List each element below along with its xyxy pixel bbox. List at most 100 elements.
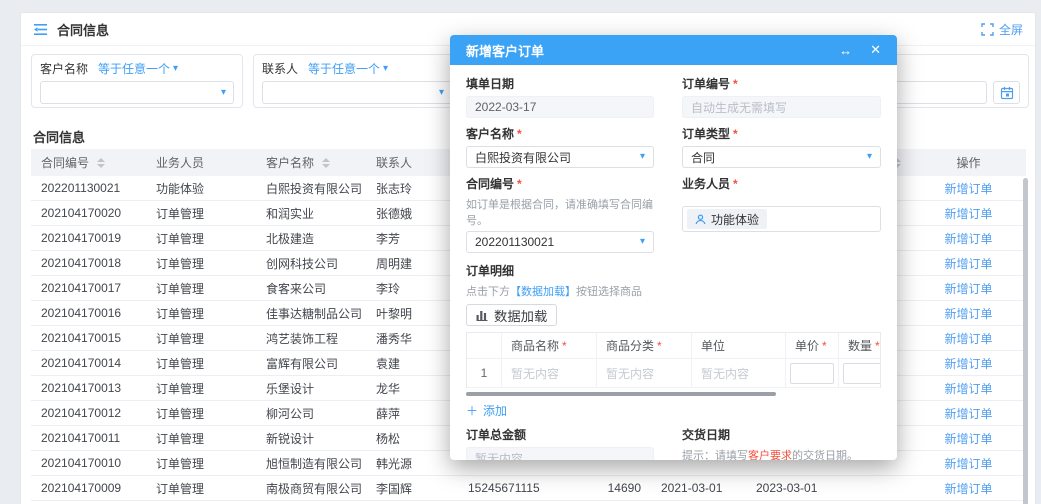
salesperson-label: 业务人员	[682, 175, 730, 192]
calendar-icon[interactable]	[993, 81, 1020, 104]
item-category-cell[interactable]: 暂无内容	[597, 359, 692, 388]
cell-contact: 龙华	[366, 380, 458, 397]
order-type-select[interactable]: 合同▾	[682, 146, 881, 168]
modal-header: 新增客户订单 ↔ ✕	[450, 35, 897, 65]
filter-customer-input[interactable]: ▾	[40, 81, 234, 104]
cell-contact: 李芳	[366, 230, 458, 247]
required-mark: *	[733, 177, 738, 191]
chevron-down-icon: ▾	[173, 64, 178, 74]
cell-salesperson: 订单管理	[146, 480, 256, 497]
detail-hint: 点击下方【数据加载】按钮选择商品	[466, 283, 881, 299]
app-window: 合同信息 全屏 客户名称 等于任意一个▾ ▾	[0, 0, 1041, 504]
cell-customer: 白熙投资有限公司	[256, 180, 366, 197]
cell-salesperson: 订单管理	[146, 205, 256, 222]
required-mark: *	[733, 127, 738, 141]
column-header-actions: 操作	[911, 149, 1026, 176]
contract-no-label: 合同编号	[466, 175, 514, 192]
new-order-link[interactable]: 新增订单	[944, 257, 992, 271]
new-order-modal: 新增客户订单 ↔ ✕ 填单日期 2022-03-17 订单编号* 自动生成无需填…	[450, 35, 897, 460]
new-order-link[interactable]: 新增订单	[944, 457, 992, 471]
chevron-down-icon: ▾	[439, 88, 444, 98]
required-mark: *	[822, 339, 827, 353]
new-order-link[interactable]: 新增订单	[944, 407, 992, 421]
new-order-link[interactable]: 新增订单	[944, 432, 992, 446]
cell-contact: 潘秀华	[366, 330, 458, 347]
data-load-hint-link[interactable]: 【数据加载】	[510, 286, 576, 298]
cell-salesperson: 订单管理	[146, 455, 256, 472]
column-header-customer[interactable]: 客户名称	[256, 149, 366, 176]
cell-contract-no: 202104170012	[31, 406, 146, 420]
cell-salesperson: 订单管理	[146, 430, 256, 447]
table-vertical-scrollbar[interactable]	[1023, 178, 1028, 504]
column-header-contract-no[interactable]: 合同编号	[31, 149, 146, 176]
chevron-down-icon: ▾	[867, 152, 872, 162]
customer-select[interactable]: 白熙投资有限公司▾	[466, 146, 654, 168]
new-order-link[interactable]: 新增订单	[944, 482, 992, 496]
required-mark: *	[657, 339, 662, 353]
delivery-date-label: 交货日期	[682, 426, 730, 443]
cell-customer: 南极商贸有限公司	[256, 480, 366, 497]
salesperson-field[interactable]: 功能体验	[682, 206, 881, 232]
modal-title: 新增客户订单	[466, 41, 544, 60]
column-header-salesperson: 业务人员	[146, 149, 256, 176]
item-name-cell[interactable]: 暂无内容	[502, 359, 597, 388]
contract-no-select[interactable]: 202201130021▾	[466, 231, 654, 253]
collapse-menu-icon[interactable]	[33, 23, 49, 36]
table-row: 202104170009订单管理南极商贸有限公司李国辉1524567111514…	[31, 476, 1026, 501]
cell-amount: 14690	[559, 481, 651, 495]
cell-customer: 佳事达糖制品公司	[256, 305, 366, 322]
resize-icon[interactable]: ↔	[839, 43, 852, 58]
cell-contact: 薛萍	[366, 405, 458, 422]
chevron-down-icon: ▾	[221, 88, 226, 98]
chevron-down-icon: ▾	[640, 152, 645, 162]
chevron-down-icon: ▾	[640, 237, 645, 247]
new-order-link[interactable]: 新增订单	[944, 182, 992, 196]
new-order-link[interactable]: 新增订单	[944, 232, 992, 246]
cell-salesperson: 订单管理	[146, 230, 256, 247]
cell-contact: 杨松	[366, 430, 458, 447]
total-amount-field: 暂无内容	[466, 447, 654, 460]
filter-contact-label: 联系人	[262, 60, 298, 77]
new-order-link[interactable]: 新增订单	[944, 207, 992, 221]
page-title: 合同信息	[57, 20, 109, 39]
order-items-header: 商品名称* 商品分类* 单位 单价* 数量*	[467, 333, 880, 359]
quantity-input[interactable]	[843, 363, 881, 384]
close-icon[interactable]: ✕	[870, 42, 881, 58]
filter-contact-input[interactable]: ▾	[262, 81, 452, 104]
items-horizontal-scrollbar[interactable]	[466, 392, 776, 396]
cell-contract-no: 202104170013	[31, 381, 146, 395]
cell-salesperson: 订单管理	[146, 380, 256, 397]
unit-price-input[interactable]	[790, 363, 834, 384]
fullscreen-label: 全屏	[999, 21, 1023, 38]
order-no-field: 自动生成无需填写	[682, 96, 881, 118]
add-item-link[interactable]: ＋添加	[466, 402, 507, 419]
order-type-label: 订单类型	[682, 125, 730, 142]
sort-icon[interactable]	[322, 158, 330, 168]
fullscreen-button[interactable]: 全屏	[981, 21, 1023, 38]
cell-salesperson: 订单管理	[146, 405, 256, 422]
new-order-link[interactable]: 新增订单	[944, 282, 992, 296]
new-order-link[interactable]: 新增订单	[944, 357, 992, 371]
cell-customer: 富辉有限公司	[256, 355, 366, 372]
data-load-button[interactable]: 数据加载	[466, 304, 557, 326]
new-order-link[interactable]: 新增订单	[944, 332, 992, 346]
new-order-link[interactable]: 新增订单	[944, 382, 992, 396]
required-mark: *	[875, 339, 880, 353]
new-order-link[interactable]: 新增订单	[944, 307, 992, 321]
fullscreen-icon	[981, 23, 994, 36]
customer-label: 客户名称	[466, 125, 514, 142]
person-icon	[695, 214, 706, 225]
cell-end-date: 2023-03-01	[746, 481, 911, 495]
item-unit-cell[interactable]: 暂无内容	[692, 359, 786, 388]
sort-icon[interactable]	[97, 158, 105, 168]
filter-customer-condition[interactable]: 等于任意一个▾	[98, 60, 178, 77]
cell-contract-no: 202201130021	[31, 181, 146, 195]
cell-salesperson: 订单管理	[146, 305, 256, 322]
item-name-header: 商品名称*	[502, 333, 597, 359]
item-qty-header: 数量*	[839, 333, 881, 359]
cell-salesperson: 功能体验	[146, 180, 256, 197]
cell-contact: 李玲	[366, 280, 458, 297]
filter-contact-condition[interactable]: 等于任意一个▾	[308, 60, 388, 77]
item-price-header: 单价*	[786, 333, 839, 359]
cell-contact: 叶黎明	[366, 305, 458, 322]
